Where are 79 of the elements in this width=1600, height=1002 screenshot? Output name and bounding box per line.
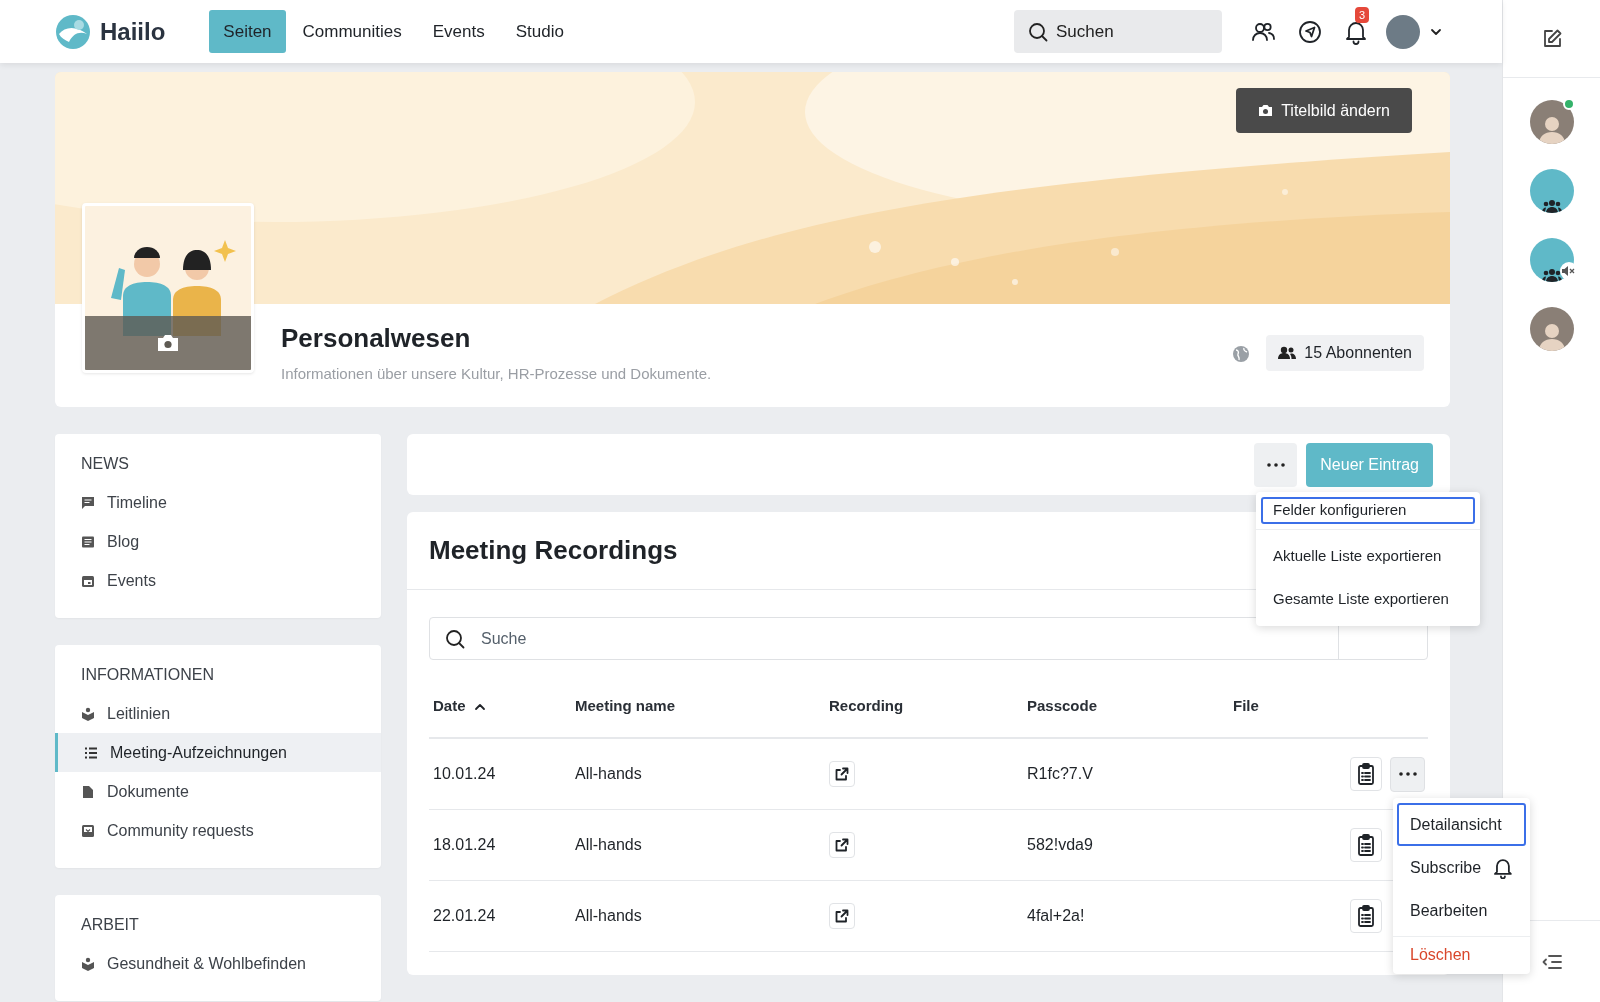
sidebar-item[interactable]: Blog xyxy=(55,522,381,561)
column-header[interactable]: File xyxy=(1233,695,1259,718)
box-icon xyxy=(81,956,95,971)
message-icon xyxy=(81,495,95,510)
camera-icon xyxy=(157,334,179,352)
user-avatar[interactable] xyxy=(1386,14,1420,49)
external-link-icon[interactable] xyxy=(829,832,855,858)
more-icon xyxy=(1398,772,1417,776)
sidebar-item[interactable]: Timeline xyxy=(55,483,381,522)
notification-badge: 3 xyxy=(1355,6,1370,23)
external-link-icon[interactable] xyxy=(829,761,855,787)
group-icon xyxy=(1541,268,1562,282)
document-icon xyxy=(81,784,95,799)
menu-item[interactable]: Felder konfigurieren xyxy=(1261,497,1475,524)
subscribers-button[interactable]: 15 Abonnenten xyxy=(1266,335,1424,371)
newspaper-icon xyxy=(81,534,95,549)
nav-tab[interactable]: Events xyxy=(418,10,499,53)
table-cell: 4fal+2a! xyxy=(1027,907,1085,924)
upload-overlay[interactable] xyxy=(85,316,251,370)
clipboard-icon[interactable] xyxy=(1350,828,1382,862)
column-header[interactable]: Date xyxy=(433,695,466,718)
collapse-icon[interactable] xyxy=(1541,954,1562,969)
column-header[interactable]: Recording xyxy=(829,695,904,718)
search-input[interactable]: Suchen xyxy=(1056,18,1196,45)
menu-item[interactable]: Bearbeiten xyxy=(1397,889,1526,932)
compose-icon[interactable] xyxy=(1541,28,1562,49)
people-icon xyxy=(1278,346,1297,360)
menu-item[interactable]: Löschen xyxy=(1397,941,1526,969)
clipboard-icon[interactable] xyxy=(1350,757,1382,791)
table-cell: 22.01.24 xyxy=(433,907,496,924)
section-heading: ARBEIT xyxy=(80,915,140,935)
sidebar-item[interactable]: Leitlinien xyxy=(55,694,381,733)
sidebar-item[interactable]: Gesundheit & Wohlbefinden xyxy=(55,944,381,983)
column-header[interactable]: Meeting name xyxy=(575,695,676,718)
menu-item[interactable]: Subscribe xyxy=(1397,846,1526,889)
nav-tab[interactable]: Studio xyxy=(501,10,578,53)
search-input[interactable]: Suche xyxy=(481,626,1338,651)
list-title: Meeting Recordings xyxy=(429,534,678,567)
section-heading: INFORMATIONEN xyxy=(80,665,216,685)
person-icon xyxy=(1538,114,1565,144)
nav-tab[interactable]: Communities xyxy=(288,10,416,53)
page-description: Informationen über unsere Kultur, HR-Prozesse und Dokumente. xyxy=(281,364,713,384)
table-cell: R1fc?7.V xyxy=(1027,765,1093,782)
sidebar-item[interactable]: Meeting-Aufzeichnungen xyxy=(55,733,381,772)
navigation-icon[interactable] xyxy=(1298,19,1322,44)
table-cell: All-hands xyxy=(575,836,642,853)
calendar-icon xyxy=(81,573,95,588)
menu-item[interactable]: Detailansicht xyxy=(1397,803,1526,846)
menu-item[interactable]: Aktuelle Liste exportieren xyxy=(1261,534,1475,578)
search-icon xyxy=(445,628,465,649)
table-cell: 18.01.24 xyxy=(433,836,496,853)
bell-icon xyxy=(1493,856,1513,879)
chat-avatar[interactable] xyxy=(1529,169,1574,213)
table-cell: 10.01.24 xyxy=(433,765,496,782)
person-icon xyxy=(1538,321,1565,351)
list-icon xyxy=(84,745,98,760)
logo-icon xyxy=(55,13,91,50)
logo-text: Haiilo xyxy=(100,16,166,47)
inbox-icon xyxy=(81,823,95,838)
section-heading: NEWS xyxy=(80,454,130,474)
table-cell: 582!vda9 xyxy=(1027,836,1093,853)
external-link-icon[interactable] xyxy=(829,903,855,929)
sidebar-item[interactable]: Dokumente xyxy=(55,772,381,811)
more-icon xyxy=(1266,462,1285,467)
globe-icon xyxy=(1232,345,1251,363)
sidebar-item[interactable]: Events xyxy=(55,561,381,600)
chat-avatar[interactable] xyxy=(1529,238,1574,282)
table-cell: All-hands xyxy=(575,765,642,782)
column-header[interactable]: Passcode xyxy=(1027,695,1098,718)
page-title: Personalwesen xyxy=(281,322,472,355)
clipboard-icon[interactable] xyxy=(1350,899,1382,933)
box-icon xyxy=(81,706,95,721)
search-field[interactable]: Suchen xyxy=(1014,10,1222,53)
nav-tab[interactable]: Seiten xyxy=(209,10,286,53)
more-button[interactable] xyxy=(1390,756,1425,792)
sidebar-item[interactable]: Community requests xyxy=(55,811,381,850)
group-icon xyxy=(1541,199,1562,213)
search-icon xyxy=(1028,21,1048,42)
table-cell: All-hands xyxy=(575,907,642,924)
